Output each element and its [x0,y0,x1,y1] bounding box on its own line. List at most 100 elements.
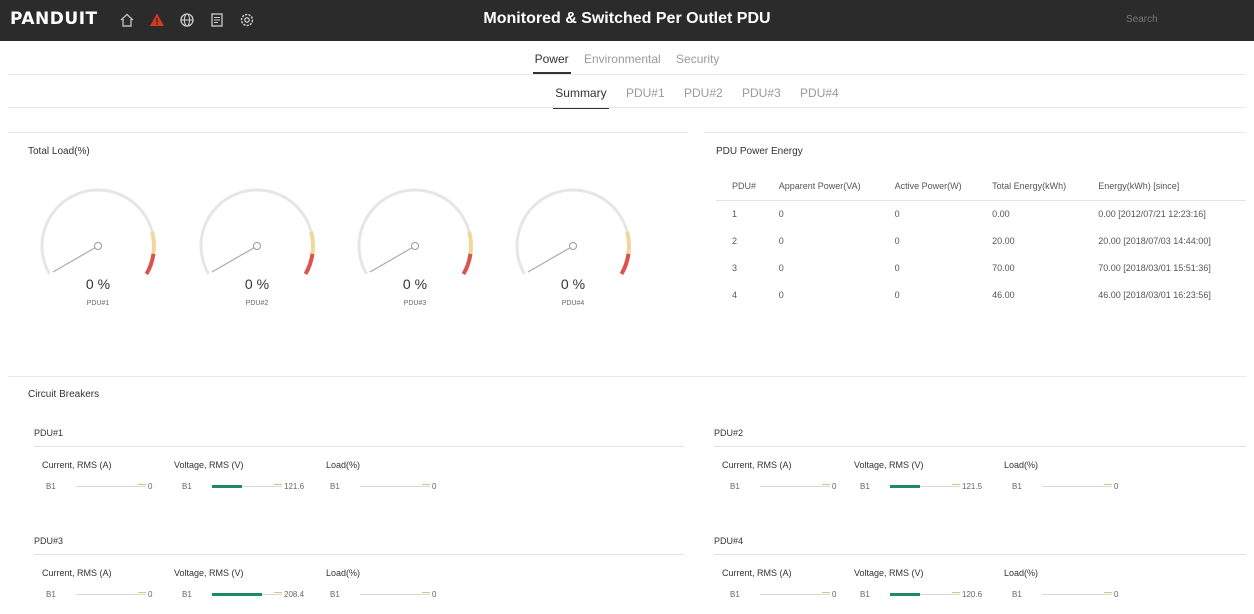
col-current: Current, RMS (A) [42,568,112,578]
voltage-value: 120.6 [962,590,983,599]
subtabs-divider [8,107,1246,108]
load-meter: B1 0 [1012,590,1118,599]
gauge-label: PDU#3 [403,300,427,307]
gauge-dial [357,188,473,275]
gauge-needle [52,245,99,273]
meter-bar [890,591,960,598]
energy-title: PDU Power Energy [716,146,803,157]
breaker-label: B1 [182,482,192,491]
meter-bar [760,591,830,598]
gauge-needle [369,245,416,273]
cell: 46.00 [992,290,1015,300]
tab-pdu4[interactable]: PDU#4 [798,86,841,107]
breaker-divider [34,554,684,555]
gauge-danger-zone [461,253,473,275]
breaker-pdu-title: PDU#3 [34,536,64,546]
breaker-pdu-title: PDU#1 [34,428,64,438]
col-active-power: Active Power(W) [888,175,987,201]
home-icon[interactable] [117,10,137,30]
load-value: 0 [432,482,437,491]
alert-icon[interactable] [147,10,167,30]
cell: 0.00 [992,209,1010,219]
cell: 0 [894,209,900,219]
cell: 0 [894,263,900,273]
energy-panel-top [704,132,1246,133]
main-tabs: Power Environmental Security [0,52,1254,74]
gauge-dial [40,188,156,275]
cell: 0 [778,236,784,246]
cell: 0 [778,290,784,300]
breaker-label: B1 [860,590,870,599]
col-current: Current, RMS (A) [42,460,112,470]
search-input[interactable] [1120,8,1240,30]
col-voltage: Voltage, RMS (V) [174,460,244,470]
load-meter: B1 0 [330,482,436,491]
load-value: 0 [432,590,437,599]
gauge-dial [199,188,315,275]
voltage-value: 121.6 [284,482,305,491]
panduit-logo[interactable]: PANDUIT [10,9,98,29]
load-value: 0 [1114,590,1119,599]
breaker-label: B1 [46,482,56,491]
breaker-block-pdu2: PDU#2 Current, RMS (A) Voltage, RMS (V) … [714,428,1246,508]
gauge-needle [211,245,258,273]
gauge-arc [357,188,471,275]
breaker-label: B1 [860,482,870,491]
meter-bar [212,483,282,490]
breaker-divider [714,446,1246,447]
sub-tabs: Summary PDU#1 PDU#2 PDU#3 PDU#4 [0,86,1254,109]
cell: 0 [778,263,784,273]
gauge-pdu1: 0 % PDU#1 [38,186,178,316]
tab-pdu3[interactable]: PDU#3 [740,86,783,107]
meter-bar [360,591,430,598]
cell: 0 [778,209,784,219]
cell: 20.00 [992,236,1015,246]
cell: 0.00 [2012/07/21 12:23:16] [1098,209,1206,219]
col-pdu: PDU# [716,175,773,201]
gauge-warn-zone [150,230,156,255]
load-meter: B1 0 [1012,482,1118,491]
breakers-title: Circuit Breakers [28,389,100,400]
cell: 70.00 [2018/03/01 15:51:36] [1098,263,1211,273]
tab-pdu1[interactable]: PDU#1 [624,86,667,107]
col-load: Load(%) [1004,568,1039,578]
tab-security[interactable]: Security [674,52,721,72]
table-row: 2 0 0 20.00 20.00 [2018/07/03 14:44:00] [716,228,1246,255]
document-icon[interactable] [207,10,227,30]
breaker-pdu-title: PDU#2 [714,428,744,438]
gauge-arc [515,188,629,275]
gauge-pdu4: 0 % PDU#4 [513,186,653,316]
tab-power[interactable]: Power [532,52,571,74]
tab-summary[interactable]: Summary [553,86,609,109]
tab-pdu2[interactable]: PDU#2 [682,86,725,107]
col-load: Load(%) [1004,460,1039,470]
settings-icon[interactable] [237,10,257,30]
globe-icon[interactable] [177,10,197,30]
current-meter: B1 0 [46,590,152,599]
gauge-label: PDU#1 [86,300,110,307]
voltage-meter: B1 208.4 [182,590,304,599]
meter-bar [76,591,146,598]
gauge-hub [411,242,419,250]
voltage-meter: B1 120.6 [860,590,982,599]
breakers-panel-top [8,376,1246,377]
col-current: Current, RMS (A) [722,568,792,578]
voltage-value: 121.5 [962,482,983,491]
table-header-row: PDU# Apparent Power(VA) Active Power(W) … [716,175,1246,201]
meter-bar [890,483,960,490]
gauge-warn-zone [309,230,315,255]
col-voltage: Voltage, RMS (V) [854,568,924,578]
col-load: Load(%) [326,568,361,578]
gauge-value: 0 % [244,276,270,292]
tab-environmental[interactable]: Environmental [582,52,663,72]
load-panel-top [8,132,688,133]
breaker-label: B1 [730,482,740,491]
voltage-meter: B1 121.6 [182,482,304,491]
cell: 46.00 [2018/03/01 16:23:56] [1098,290,1211,300]
gauge-danger-zone [303,253,315,275]
current-value: 0 [832,482,837,491]
col-total-energy: Total Energy(kWh) [986,175,1093,201]
current-value: 0 [832,590,837,599]
table-row: 3 0 0 70.00 70.00 [2018/03/01 15:51:36] [716,255,1246,282]
gauge-value: 0 % [402,276,428,292]
